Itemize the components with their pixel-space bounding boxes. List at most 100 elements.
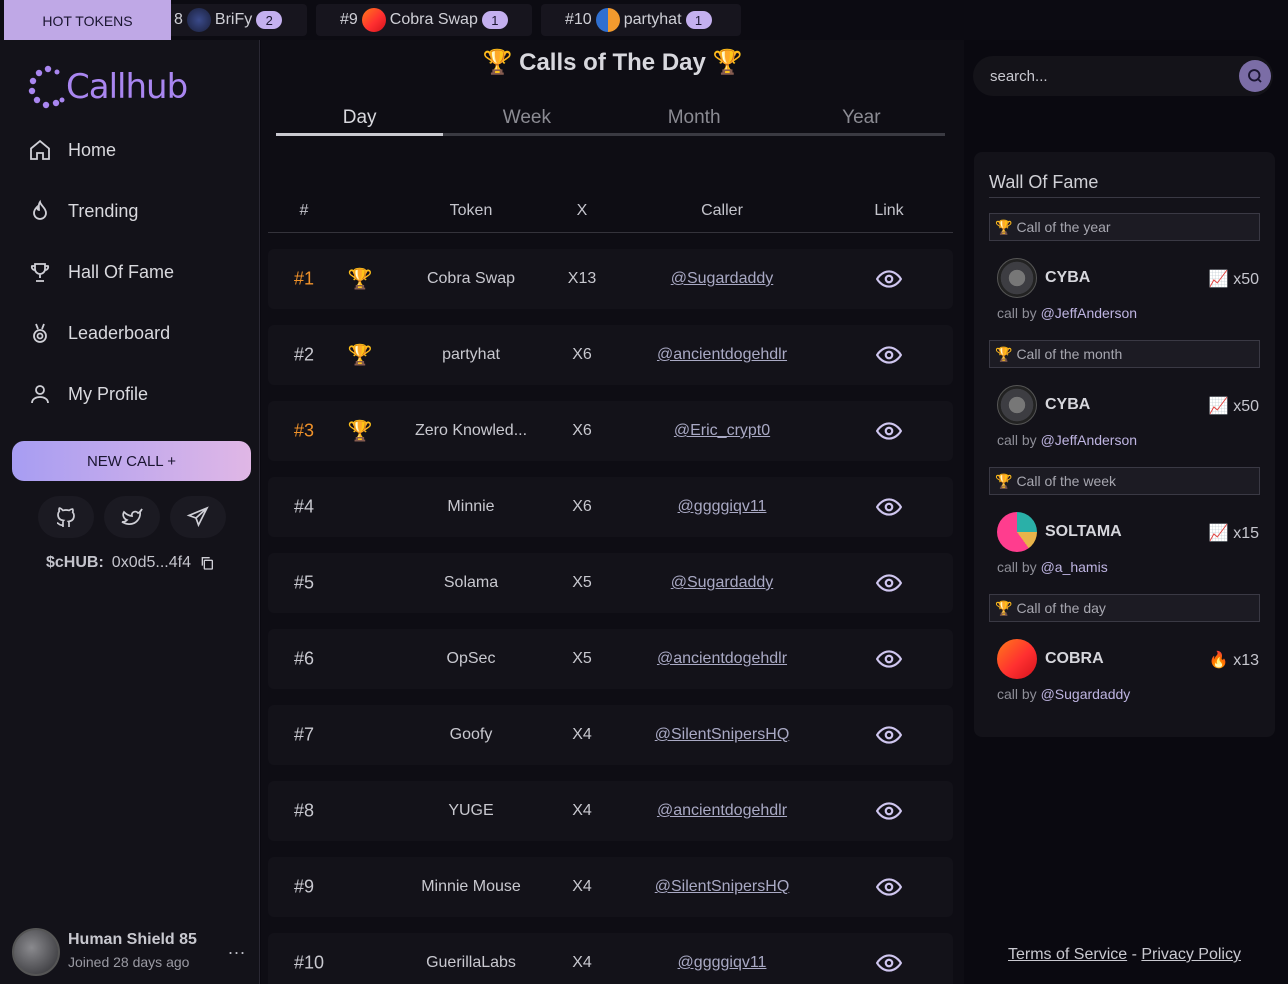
row-rank: #4 (294, 496, 315, 517)
profile-joined: Joined 28 days ago (68, 954, 190, 970)
search-input[interactable] (973, 67, 1239, 85)
sidebar: Callhub Home Trending Hall Of Fame Leade… (0, 40, 260, 984)
wall-of-fame-title: Wall Of Fame (989, 172, 1260, 198)
view-link-button[interactable] (876, 266, 902, 292)
wof-multiplier-value: x50 (1233, 398, 1259, 415)
wof-caller-link[interactable]: @a_hamis (1041, 559, 1108, 575)
nav-leaderboard[interactable]: Leaderboard (28, 313, 170, 353)
wof-caller-link[interactable]: @JeffAnderson (1041, 432, 1137, 448)
copy-icon[interactable] (199, 555, 215, 571)
brify-logo-icon (186, 8, 211, 32)
more-options-icon[interactable]: ... (228, 938, 246, 959)
row-token: OpSec (446, 650, 496, 667)
table-row[interactable]: #2 🏆 partyhat X6 @ancientdogehdlr (268, 325, 953, 385)
nav-my-profile[interactable]: My Profile (28, 374, 148, 414)
table-row[interactable]: #10 GuerillaLabs X4 @ggggiqv11 (268, 933, 953, 984)
row-multiplier: X4 (572, 878, 592, 895)
nav-home[interactable]: Home (28, 130, 116, 170)
row-caller-link[interactable]: @ggggiqv11 (678, 954, 767, 972)
twitter-icon (121, 508, 143, 525)
tab-year[interactable]: Year (778, 104, 945, 133)
wof-token-name: CYBA (1045, 269, 1091, 286)
search-button[interactable] (1239, 60, 1271, 92)
row-rank: #1 (294, 268, 315, 289)
row-caller-link[interactable]: @SilentSnipersHQ (655, 878, 790, 896)
wof-heading: 🏆 Call of the day (989, 594, 1260, 622)
telegram-button[interactable] (170, 496, 226, 538)
hot-tokens-label: HOT TOKENS (4, 0, 171, 40)
table-row[interactable]: #1 🏆 Cobra Swap X13 @Sugardaddy (268, 249, 953, 309)
col-x-header: X (576, 202, 588, 219)
wof-caller-link[interactable]: @JeffAnderson (1041, 305, 1137, 321)
row-caller-link[interactable]: @ancientdogehdlr (657, 802, 787, 820)
tab-week[interactable]: Week (443, 104, 610, 133)
table-row[interactable]: #8 YUGE X4 @ancientdogehdlr (268, 781, 953, 841)
view-link-button[interactable] (876, 342, 902, 368)
user-icon (31, 385, 49, 404)
view-link-button[interactable] (876, 494, 902, 520)
table-row[interactable]: #6 OpSec X5 @ancientdogehdlr (268, 629, 953, 689)
view-link-button[interactable] (876, 722, 902, 748)
view-link-button[interactable] (876, 418, 902, 444)
twitter-button[interactable] (104, 496, 160, 538)
row-trophy-icon: 🏆 (347, 268, 373, 291)
eye-icon (876, 346, 902, 364)
row-caller-link[interactable]: @SilentSnipersHQ (655, 726, 790, 744)
github-button[interactable] (38, 496, 94, 538)
terms-link[interactable]: Terms of Service (1008, 946, 1127, 963)
new-call-button[interactable]: NEW CALL + (12, 441, 251, 481)
table-row[interactable]: #3 🏆 Zero Knowled... X6 @Eric_crypt0 (268, 401, 953, 461)
row-caller-link[interactable]: @Sugardaddy (671, 574, 774, 592)
wof-caller-link[interactable]: @Sugardaddy (1041, 686, 1131, 702)
tab-month[interactable]: Month (611, 104, 778, 133)
wall-of-fame: Wall Of Fame 🏆 Call of the year CYBA 📈 x50 c… (974, 152, 1275, 737)
tab-day[interactable]: Day (276, 104, 444, 136)
ticker-token-name: Cobra Swap (389, 11, 478, 28)
table-row[interactable]: #9 Minnie Mouse X4 @SilentSnipersHQ (268, 857, 953, 917)
row-trophy-icon: 🏆 (347, 420, 373, 443)
user-profile[interactable]: Human Shield 85 Joined 28 days ago ... (12, 928, 252, 976)
nav-home-label: Home (68, 139, 117, 160)
row-token: Minnie Mouse (421, 878, 521, 895)
ticker-item-brify[interactable]: 8 BriFy 2 (150, 4, 307, 36)
row-rank: #8 (294, 800, 315, 821)
contract-address: $cHUB: 0x0d5...4f4 (46, 554, 215, 572)
trophy-icon: 🏆 (995, 599, 1013, 616)
nav-hall-of-fame[interactable]: Hall Of Fame (28, 252, 174, 292)
row-caller-link[interactable]: @ggggiqv11 (678, 498, 767, 516)
row-token: Minnie (447, 498, 495, 515)
row-multiplier: X4 (572, 802, 592, 819)
row-caller-link[interactable]: @ancientdogehdlr (657, 650, 787, 668)
row-multiplier: X6 (572, 422, 592, 439)
view-link-button[interactable] (876, 570, 902, 596)
callhub-logo[interactable]: Callhub (28, 64, 188, 110)
ticker-item-partyhat[interactable]: #10 partyhat 1 (541, 4, 741, 36)
col-token-header: Token (449, 202, 493, 219)
table-row[interactable]: #5 Solama X5 @Sugardaddy (268, 553, 953, 613)
row-caller-link[interactable]: @Eric_crypt0 (674, 422, 770, 440)
token-logo-icon (997, 258, 1037, 298)
view-link-button[interactable] (876, 950, 902, 976)
trophy-icon: 🏆 (995, 218, 1013, 235)
nav-trending[interactable]: Trending (28, 191, 138, 231)
wof-caller: call by @JeffAnderson (997, 432, 1137, 448)
row-caller-link[interactable]: @Sugardaddy (671, 270, 774, 288)
view-link-button[interactable] (876, 798, 902, 824)
cobra-swap-logo-icon (361, 8, 386, 32)
eye-icon (876, 954, 902, 972)
view-link-button[interactable] (876, 646, 902, 672)
wof-heading: 🏆 Call of the year (989, 213, 1260, 241)
privacy-link[interactable]: Privacy Policy (1141, 946, 1241, 963)
table-row[interactable]: #7 Goofy X4 @SilentSnipersHQ (268, 705, 953, 765)
token-logo-icon (997, 512, 1037, 552)
contract-value: 0x0d5...4f4 (111, 554, 191, 571)
row-rank: #5 (294, 572, 315, 593)
view-link-button[interactable] (876, 874, 902, 900)
ticker-item-cobra-swap[interactable]: #9 Cobra Swap 1 (316, 4, 532, 36)
eye-icon (876, 498, 902, 516)
col-link-header: Link (874, 202, 904, 219)
contract-label: $cHUB: (46, 554, 104, 571)
wof-caller: call by @JeffAnderson (997, 305, 1137, 321)
row-caller-link[interactable]: @ancientdogehdlr (657, 346, 787, 364)
table-row[interactable]: #4 Minnie X6 @ggggiqv11 (268, 477, 953, 537)
